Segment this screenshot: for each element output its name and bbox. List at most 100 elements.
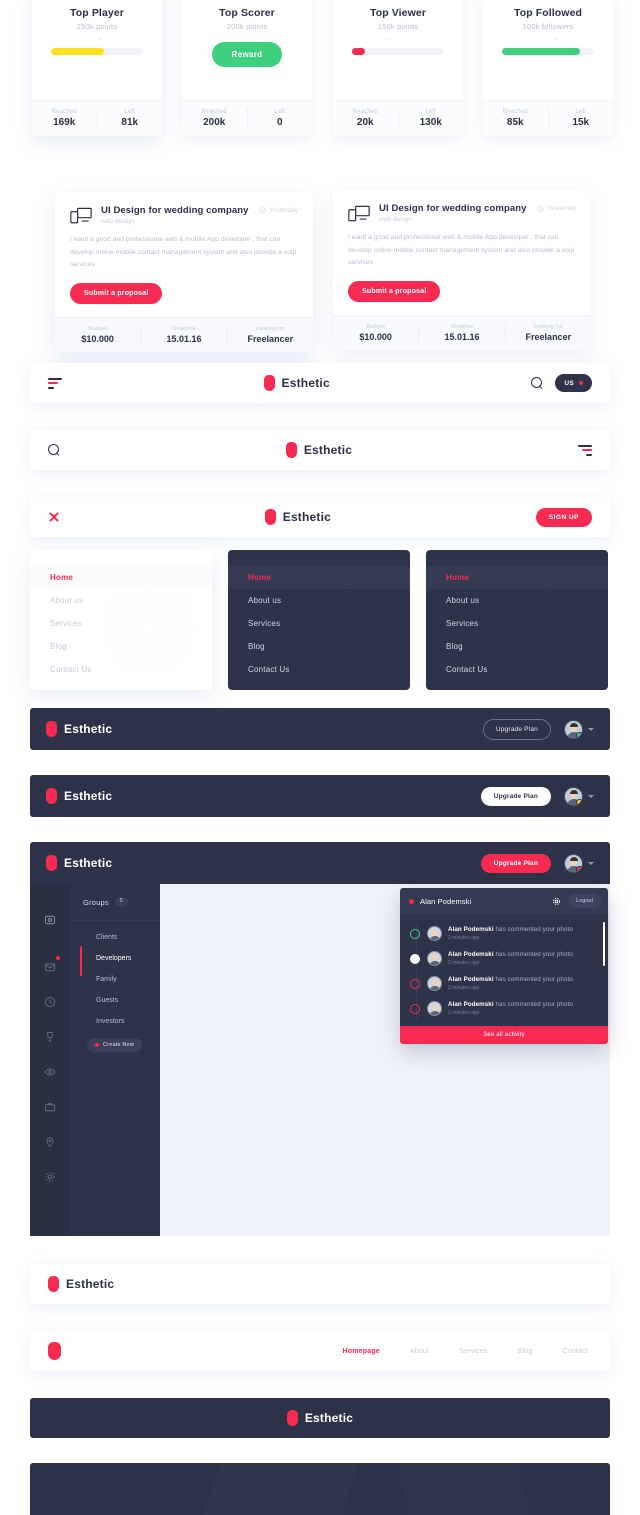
menu-item-contact-us[interactable]: Contact Us <box>30 658 212 681</box>
upgrade-plan-button[interactable]: Upgrade Plan <box>480 786 551 806</box>
list-item[interactable]: Alan Podemski has commented your photo 2… <box>400 921 608 946</box>
close-icon[interactable] <box>48 511 60 523</box>
progress-track[interactable]: ⌁ <box>51 37 143 55</box>
notification-text: Alan Podemski has commented your photo 2… <box>448 1001 598 1016</box>
eye-icon[interactable] <box>30 1054 70 1089</box>
job-card-footer: Budget $10.000 Deadline 15.01.16 Looking… <box>55 316 313 352</box>
submit-proposal-button[interactable]: Submit a proposal <box>348 280 441 302</box>
devices-icon <box>70 207 92 224</box>
stat-reached-label: Reached <box>352 109 378 115</box>
clock-icon <box>537 205 544 212</box>
avatar <box>427 951 442 966</box>
footer-nav-links: Homepage About Services Blog Contact <box>343 1348 588 1355</box>
sidebar-item-guests[interactable]: Guests <box>70 990 160 1011</box>
nav-link-blog[interactable]: Blog <box>518 1348 533 1355</box>
stat-reached: Reached 20k <box>333 109 398 128</box>
create-new-button[interactable]: Create New <box>87 1038 143 1052</box>
sidebar-item-family[interactable]: Family <box>70 969 160 990</box>
submit-proposal-button[interactable]: Submit a proposal <box>70 282 163 304</box>
list-item[interactable]: Alan Podemski has commented your photo 2… <box>400 946 608 971</box>
sidebar-item-developers[interactable]: Developers <box>70 946 160 976</box>
nav-link-homepage[interactable]: Homepage <box>343 1348 380 1355</box>
chevron-down-icon[interactable] <box>588 727 594 731</box>
upgrade-plan-button[interactable]: Upgrade Plan <box>480 853 551 873</box>
signup-button[interactable]: SIGN UP <box>535 507 592 527</box>
menu-item-services[interactable]: Services <box>30 612 212 635</box>
brand-logo[interactable]: Esthetic <box>46 721 112 737</box>
stat-card-title: Top Player <box>70 7 124 19</box>
menu-item-contact-us[interactable]: Contact Us <box>228 658 410 681</box>
brand-logo[interactable]: Esthetic <box>264 509 331 525</box>
brand-logo[interactable]: Esthetic <box>286 1410 353 1426</box>
hamburger-icon[interactable] <box>48 377 62 389</box>
progress-track[interactable]: ⌁ <box>502 37 594 55</box>
notification-action: has commented your photo <box>493 926 573 933</box>
notification-title: Alan Podemski has commented your photo <box>448 951 598 958</box>
menu-item-about-us[interactable]: About us <box>30 589 212 612</box>
menu-item-about-us[interactable]: About us <box>228 589 410 612</box>
reward-button[interactable]: Reward <box>211 42 283 67</box>
devices-icon <box>348 205 370 222</box>
menu-item-contact-us[interactable]: Contact Us <box>426 658 608 681</box>
menu-item-home[interactable]: Home <box>30 566 212 589</box>
trophy-icon[interactable] <box>30 1019 70 1054</box>
brand-logo[interactable]: Esthetic <box>46 855 112 871</box>
see-all-activity-label: See all activity <box>483 1032 525 1038</box>
gear-icon[interactable] <box>552 897 561 906</box>
avatar[interactable] <box>564 719 583 739</box>
menu-item-about-us[interactable]: About us <box>426 589 608 612</box>
search-icon[interactable] <box>531 377 543 389</box>
header-right-group: Upgrade Plan <box>482 718 594 740</box>
job-budget-label: Budget <box>366 323 385 330</box>
chevron-down-icon[interactable] <box>588 861 594 865</box>
menu-item-home[interactable]: Home <box>228 566 410 589</box>
stat-card-progress-area: ⌁ <box>333 37 463 55</box>
notification-time: 2 minutes ago <box>448 1010 480 1016</box>
nav-link-services[interactable]: Services <box>459 1348 487 1355</box>
search-icon[interactable] <box>48 444 60 456</box>
pin-icon[interactable] <box>30 1124 70 1159</box>
mail-icon[interactable] <box>30 949 70 984</box>
chevron-down-icon <box>579 381 583 385</box>
stat-left-value: 15k <box>572 117 590 128</box>
hamburger-icon[interactable] <box>577 444 592 456</box>
chevron-down-icon[interactable] <box>588 794 594 798</box>
sidebar-icon-groups[interactable] <box>30 902 70 937</box>
gear-icon[interactable] <box>30 1159 70 1194</box>
brand-logo[interactable]: Esthetic <box>263 375 330 391</box>
menu-item-home[interactable]: Home <box>426 566 608 589</box>
user-menu[interactable] <box>564 786 594 806</box>
user-menu[interactable] <box>564 719 594 739</box>
sidebar-item-clients[interactable]: Clients <box>70 927 160 948</box>
menu-item-blog[interactable]: Blog <box>426 635 608 658</box>
menu-item-blog[interactable]: Blog <box>30 635 212 658</box>
progress-track[interactable]: ⌁ <box>352 37 444 55</box>
avatar[interactable] <box>564 786 583 806</box>
fingerprint-logo-icon[interactable] <box>48 1342 61 1360</box>
brand-logo[interactable]: Esthetic <box>48 1276 114 1292</box>
avatar[interactable] <box>564 853 583 873</box>
brand-logo[interactable]: Esthetic <box>46 788 112 804</box>
job-looking-value: Freelancer <box>525 331 572 342</box>
nav-link-about[interactable]: About <box>410 1348 429 1355</box>
user-menu[interactable] <box>564 853 594 873</box>
stat-left-value: 81k <box>121 117 139 128</box>
footer-navbar-simple: Esthetic <box>30 1264 610 1304</box>
menu-item-services[interactable]: Services <box>228 612 410 635</box>
clock-icon[interactable] <box>30 984 70 1019</box>
sidebar-item-investors[interactable]: Investors <box>70 1011 160 1032</box>
language-selector[interactable]: US <box>555 374 592 392</box>
briefcase-icon[interactable] <box>30 1089 70 1124</box>
see-all-activity-button[interactable]: See all activity <box>400 1026 608 1044</box>
notification-user: Alan Podemski <box>448 951 494 958</box>
stat-card-title: Top Followed <box>513 7 583 19</box>
nav-link-contact[interactable]: Contact <box>562 1348 588 1355</box>
list-item[interactable]: Alan Podemski has commented your photo 2… <box>400 971 608 996</box>
menu-item-blog[interactable]: Blog <box>228 635 410 658</box>
brand-logo[interactable]: Esthetic <box>285 442 352 458</box>
upgrade-plan-button[interactable]: Upgrade Plan <box>482 718 551 740</box>
menu-items: Home About us Services Blog Contact Us <box>30 550 212 690</box>
menu-item-services[interactable]: Services <box>426 612 608 635</box>
list-item[interactable]: Alan Podemski has commented your photo 2… <box>400 996 608 1021</box>
logout-button[interactable]: Logout <box>568 894 601 908</box>
